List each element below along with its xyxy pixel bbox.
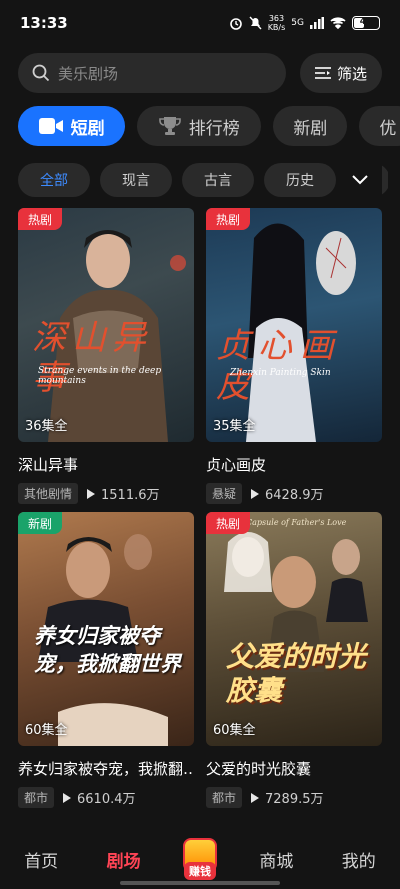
mute-bell-icon	[249, 16, 262, 30]
expand-categories-button[interactable]	[338, 163, 382, 197]
signal-icon	[310, 17, 324, 29]
search-row: 美乐剧场 筛选	[18, 53, 382, 93]
earn-label: 赚钱	[183, 862, 216, 880]
drama-card[interactable]: 深山异事 Strange events in the deep mountain…	[18, 208, 194, 504]
poster-calligraphy: 父爱的时光胶囊	[226, 640, 367, 707]
view-count: 1511.6万	[86, 484, 160, 503]
filter-label: 筛选	[336, 64, 367, 83]
drama-title: 深山异事	[18, 456, 79, 474]
play-icon	[87, 488, 96, 499]
genre-tag: 都市	[206, 787, 243, 808]
poster-illustration	[246, 223, 356, 442]
drama-poster[interactable]: 父爱的时光胶囊 Capsule of Father's Love 热剧 60集全	[206, 512, 382, 746]
nav-earn[interactable]: 赚钱	[176, 838, 224, 880]
drama-poster[interactable]: 深山异事 Strange events in the deep mountain…	[18, 208, 194, 442]
category-modern-romance[interactable]: 现言	[100, 163, 172, 197]
drama-meta: 其他剧情 1511.6万	[18, 483, 194, 504]
drama-card[interactable]: 父爱的时光胶囊 Capsule of Father's Love 热剧 60集全…	[206, 512, 382, 808]
poster-subtitle: Zhenxin Painting Skin	[230, 368, 331, 378]
hot-badge: 热剧	[206, 512, 251, 534]
genre-tag: 悬疑	[206, 483, 243, 504]
network-type: 5G	[291, 18, 304, 28]
genre-tag: 都市	[18, 787, 55, 808]
hot-badge: 热剧	[206, 208, 251, 230]
poster-calligraphy: 贞心画皮	[216, 326, 342, 406]
play-icon	[251, 792, 260, 803]
view-count: 6428.9万	[250, 484, 324, 503]
search-input[interactable]: 美乐剧场	[18, 53, 286, 93]
trophy-icon	[158, 117, 181, 135]
play-icon	[251, 488, 260, 499]
poster-illustration	[224, 532, 368, 672]
play-icon	[63, 792, 72, 803]
category-all[interactable]: 全部	[18, 163, 90, 197]
video-camera-icon	[38, 118, 63, 134]
episode-count: 60集全	[213, 723, 256, 738]
status-time: 13:33	[20, 14, 68, 32]
drama-meta: 都市 7289.5万	[206, 787, 382, 808]
nav-mall[interactable]: 商城	[246, 847, 306, 872]
wifi-icon	[330, 17, 346, 29]
episode-count: 35集全	[213, 419, 256, 434]
search-placeholder: 美乐剧场	[58, 64, 119, 83]
status-bar: 13:33 363 KB/s 5G 42	[0, 0, 400, 46]
drama-title: 养女归家被夺宠，我掀翻…	[18, 760, 194, 778]
poster-art: 深山异事 Strange events in the deep mountain…	[18, 208, 194, 442]
poster-art: 贞心画皮 Zhenxin Painting Skin	[206, 208, 382, 442]
filter-button[interactable]: 筛选	[300, 53, 382, 93]
drama-title: 贞心画皮	[206, 456, 267, 474]
nav-home[interactable]: 首页	[11, 847, 71, 872]
nav-profile[interactable]: 我的	[329, 847, 389, 872]
tab-more[interactable]: 优	[359, 106, 400, 146]
nav-theater[interactable]: 剧场	[94, 847, 154, 872]
episode-count: 60集全	[25, 723, 68, 738]
main-tabs: 短剧 排行榜 新剧 优	[18, 106, 400, 146]
hot-badge: 热剧	[18, 208, 63, 230]
poster-calligraphy: 深山异事	[32, 318, 152, 398]
category-history[interactable]: 历史	[264, 163, 336, 197]
tab-new-drama[interactable]: 新剧	[273, 106, 348, 146]
status-icons: 363 KB/s 5G 42	[229, 14, 380, 32]
filter-icon	[314, 67, 331, 79]
bottom-nav: 首页 剧场 赚钱 商城 我的	[0, 829, 400, 889]
drama-poster[interactable]: 养女归家被夺宠，我掀翻世界 新剧 60集全	[18, 512, 194, 746]
category-ancient-romance[interactable]: 古言	[182, 163, 254, 197]
drama-title: 父爱的时光胶囊	[206, 760, 312, 778]
category-tabs: 全部 现言 古言 历史	[18, 163, 388, 197]
home-indicator[interactable]	[120, 881, 280, 885]
drama-card[interactable]: 贞心画皮 Zhenxin Painting Skin 热剧 35集全 贞心画皮 …	[206, 208, 382, 504]
new-badge: 新剧	[18, 512, 63, 534]
view-count: 7289.5万	[250, 788, 324, 807]
drama-meta: 都市 6610.4万	[18, 787, 194, 808]
drama-card[interactable]: 养女归家被夺宠，我掀翻世界 新剧 60集全 养女归家被夺宠，我掀翻… 都市 66…	[18, 512, 194, 808]
alarm-icon	[229, 18, 242, 30]
drama-poster[interactable]: 贞心画皮 Zhenxin Painting Skin 热剧 35集全	[206, 208, 382, 442]
genre-tag: 其他剧情	[18, 483, 79, 504]
drama-meta: 悬疑 6428.9万	[206, 483, 382, 504]
poster-art: 父爱的时光胶囊 Capsule of Father's Love	[206, 512, 382, 746]
view-count: 6610.4万	[62, 788, 136, 807]
tab-short-drama[interactable]: 短剧	[18, 106, 126, 146]
chevron-down-icon	[352, 175, 368, 185]
poster-subtitle: Capsule of Father's Love	[246, 518, 347, 527]
battery-icon: 42	[352, 16, 380, 30]
poster-calligraphy: 养女归家被夺宠，我掀翻世界	[34, 623, 181, 676]
poster-subtitle: Strange events in the deep mountains	[38, 366, 162, 386]
episode-count: 36集全	[25, 419, 68, 434]
search-icon	[32, 64, 50, 82]
tab-ranking[interactable]: 排行榜	[137, 106, 262, 146]
poster-art: 养女归家被夺宠，我掀翻世界	[18, 512, 194, 746]
network-speed: 363 KB/s	[267, 14, 286, 32]
